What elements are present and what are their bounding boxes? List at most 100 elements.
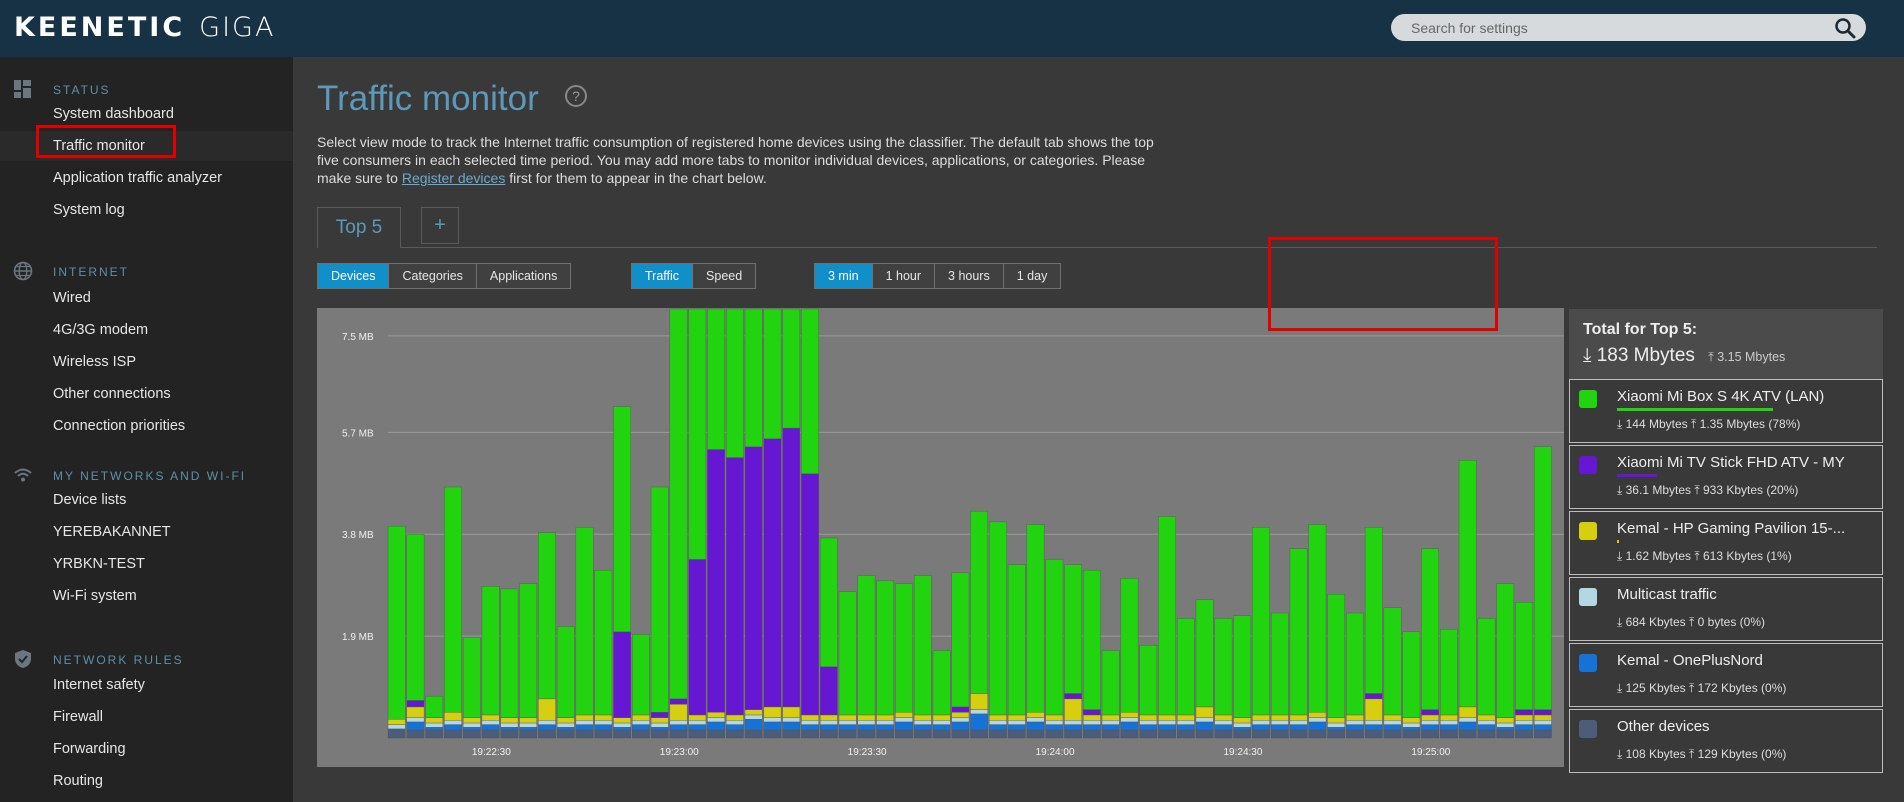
x-tick-label: 19:25:00 (1411, 747, 1450, 758)
sidebar-item-label: System log (53, 202, 125, 218)
legend-device-name: Other devices (1617, 718, 1710, 735)
chart-bar-segment (1515, 602, 1533, 710)
sidebar-item-label: Device lists (53, 492, 127, 508)
sidebar-section-status: STATUS (0, 77, 293, 101)
chart-bar-segment (594, 569, 613, 716)
x-tick-label: 19:23:00 (660, 747, 699, 758)
legend-item[interactable]: Kemal - OnePlusNord ⤓ 125 Kbytes ⤒ 172 Kb… (1569, 643, 1883, 707)
register-devices-link[interactable]: Register devices (402, 170, 506, 186)
chart-bar-segment (838, 720, 857, 725)
chart-bar-segment (500, 727, 519, 731)
legend-item[interactable]: Multicast traffic ⤓ 684 Kbytes ⤒ 0 bytes … (1569, 577, 1883, 641)
view-categories-button[interactable]: Categories (389, 264, 477, 288)
brand-logo[interactable]: KEENETIC GIGA (14, 12, 275, 43)
sidebar-item-yrbkn-test[interactable]: YRBKN-TEST (0, 549, 293, 579)
sidebar-item-connection-priorities[interactable]: Connection priorities (0, 411, 293, 441)
chart-bar-segment (1534, 709, 1552, 716)
chart-bar-segment (1308, 524, 1327, 713)
chart-bar-segment (575, 714, 594, 721)
chart-bar-segment (1383, 729, 1402, 739)
chart-bar-segment (819, 729, 838, 739)
chart-bar-segment (1026, 729, 1045, 739)
chart-bar-segment (1421, 714, 1439, 721)
search-box[interactable]: Search for settings (1391, 14, 1866, 41)
chart-bar-segment (1120, 578, 1139, 713)
chart-bar-segment (613, 729, 631, 739)
sidebar-item-wired[interactable]: Wired (0, 283, 293, 313)
add-tab-button[interactable]: + (421, 207, 459, 244)
chart-bar-segment (575, 729, 594, 739)
chart-bar-segment (707, 449, 725, 713)
legend-item[interactable]: Other devices ⤓ 108 Kbytes ⤒ 129 Kbytes (… (1569, 709, 1883, 773)
sidebar-item-wifi-system[interactable]: Wi-Fi system (0, 581, 293, 611)
tab-top5[interactable]: Top 5 (317, 207, 401, 248)
legend-item[interactable]: Xiaomi Mi TV Stick FHD ATV - MY ⤓ 36.1 Mb… (1569, 445, 1883, 509)
traffic-chart[interactable]: 1.9 MB 3.8 MB 5.7 MB 7.5 MB 19:22:30 19:23:00… (317, 308, 1564, 767)
chart-bar-segment (1158, 729, 1176, 739)
chart-bar-segment (726, 720, 744, 725)
legend-item[interactable]: Kemal - HP Gaming Pavilion 15-... ⤓ 1.62 … (1569, 511, 1883, 575)
chart-bar-segment (1289, 714, 1308, 721)
sidebar-item-routing[interactable]: Routing (0, 766, 293, 796)
view-applications-button[interactable]: Applications (476, 264, 571, 288)
legend-swatch (1579, 456, 1597, 474)
chart-bar-segment (1064, 693, 1082, 700)
chart-bar-segment (406, 721, 425, 731)
chart-bar-segment (1120, 712, 1139, 718)
chart-bar-segment (838, 714, 857, 721)
view-devices-button[interactable]: Devices (318, 264, 390, 288)
chart-bar-segment (556, 717, 575, 724)
chart-bar-segment (876, 729, 895, 739)
sidebar-item-wireless-isp[interactable]: Wireless ISP (0, 347, 293, 377)
x-tick-label: 19:22:30 (472, 747, 511, 758)
metric-traffic-button[interactable]: Traffic (632, 264, 694, 288)
chart-bar-segment (1402, 717, 1421, 724)
chart-bar-segment (782, 706, 801, 718)
chart-bar-segment (613, 406, 631, 633)
globe-icon (13, 261, 33, 281)
period-3hours-button[interactable]: 3 hours (935, 264, 1004, 288)
search-input[interactable]: Search for settings (1411, 20, 1528, 36)
legend-swatch (1579, 522, 1597, 540)
chart-bar-segment (801, 473, 819, 716)
period-3min-button[interactable]: 3 min (815, 264, 873, 288)
chart-bar-segment (556, 722, 575, 728)
metric-speed-button[interactable]: Speed (693, 264, 756, 288)
sidebar-section-networks: MY NETWORKS AND WI-FI (0, 463, 293, 487)
sidebar-item-device-lists[interactable]: Device lists (0, 485, 293, 515)
x-tick-label: 19:24:30 (1223, 747, 1262, 758)
sidebar-item-modem[interactable]: 4G/3G modem (0, 315, 293, 345)
chart-bar-segment (1270, 720, 1289, 725)
tabs-divider (317, 247, 1877, 248)
chart-bar-segment (1007, 564, 1026, 716)
sidebar-item-forwarding[interactable]: Forwarding (0, 734, 293, 764)
question-icon[interactable]: ? (565, 85, 587, 107)
sidebar-item-internet-safety[interactable]: Internet safety (0, 670, 293, 700)
chart-bar-segment (932, 724, 951, 731)
chart-bar-segment (782, 308, 801, 429)
chart-bar-segment (895, 712, 913, 718)
chart-bar-segment (1477, 724, 1496, 731)
chart-bar-segment (970, 729, 988, 739)
sidebar-item-application-traffic-analyzer[interactable]: Application traffic analyzer (0, 163, 293, 193)
period-1hour-button[interactable]: 1 hour (872, 264, 936, 288)
sidebar-item-system-log[interactable]: System log (0, 195, 293, 225)
sidebar-section-title: MY NETWORKS AND WI-FI (53, 469, 247, 483)
search-icon[interactable] (1834, 17, 1856, 39)
chart-bar-segment (913, 720, 932, 725)
legend-stats: ⤓ 1.62 Mbytes ⤒ 613 Kbytes (1%) (1617, 549, 1792, 563)
chart-bar-segment (1252, 527, 1270, 716)
chart-bar-segment (1270, 724, 1289, 731)
chart-bar-segment (1346, 724, 1364, 731)
chart-bar-segment (632, 729, 650, 739)
period-1day-button[interactable]: 1 day (1003, 264, 1061, 288)
sidebar-item-firewall[interactable]: Firewall (0, 702, 293, 732)
chart-bar-segment (801, 720, 819, 725)
chart-bar-segment (1195, 706, 1214, 718)
chart-bar-segment (744, 729, 763, 739)
sidebar-item-yerebakannet[interactable]: YEREBAKANNET (0, 517, 293, 547)
chart-bar-segment (1327, 717, 1346, 724)
legend-item[interactable]: Xiaomi Mi Box S 4K ATV (LAN) ⤓ 144 Mbytes… (1569, 379, 1883, 443)
sidebar-item-other-connections[interactable]: Other connections (0, 379, 293, 409)
chart-bar-segment (1270, 729, 1289, 739)
